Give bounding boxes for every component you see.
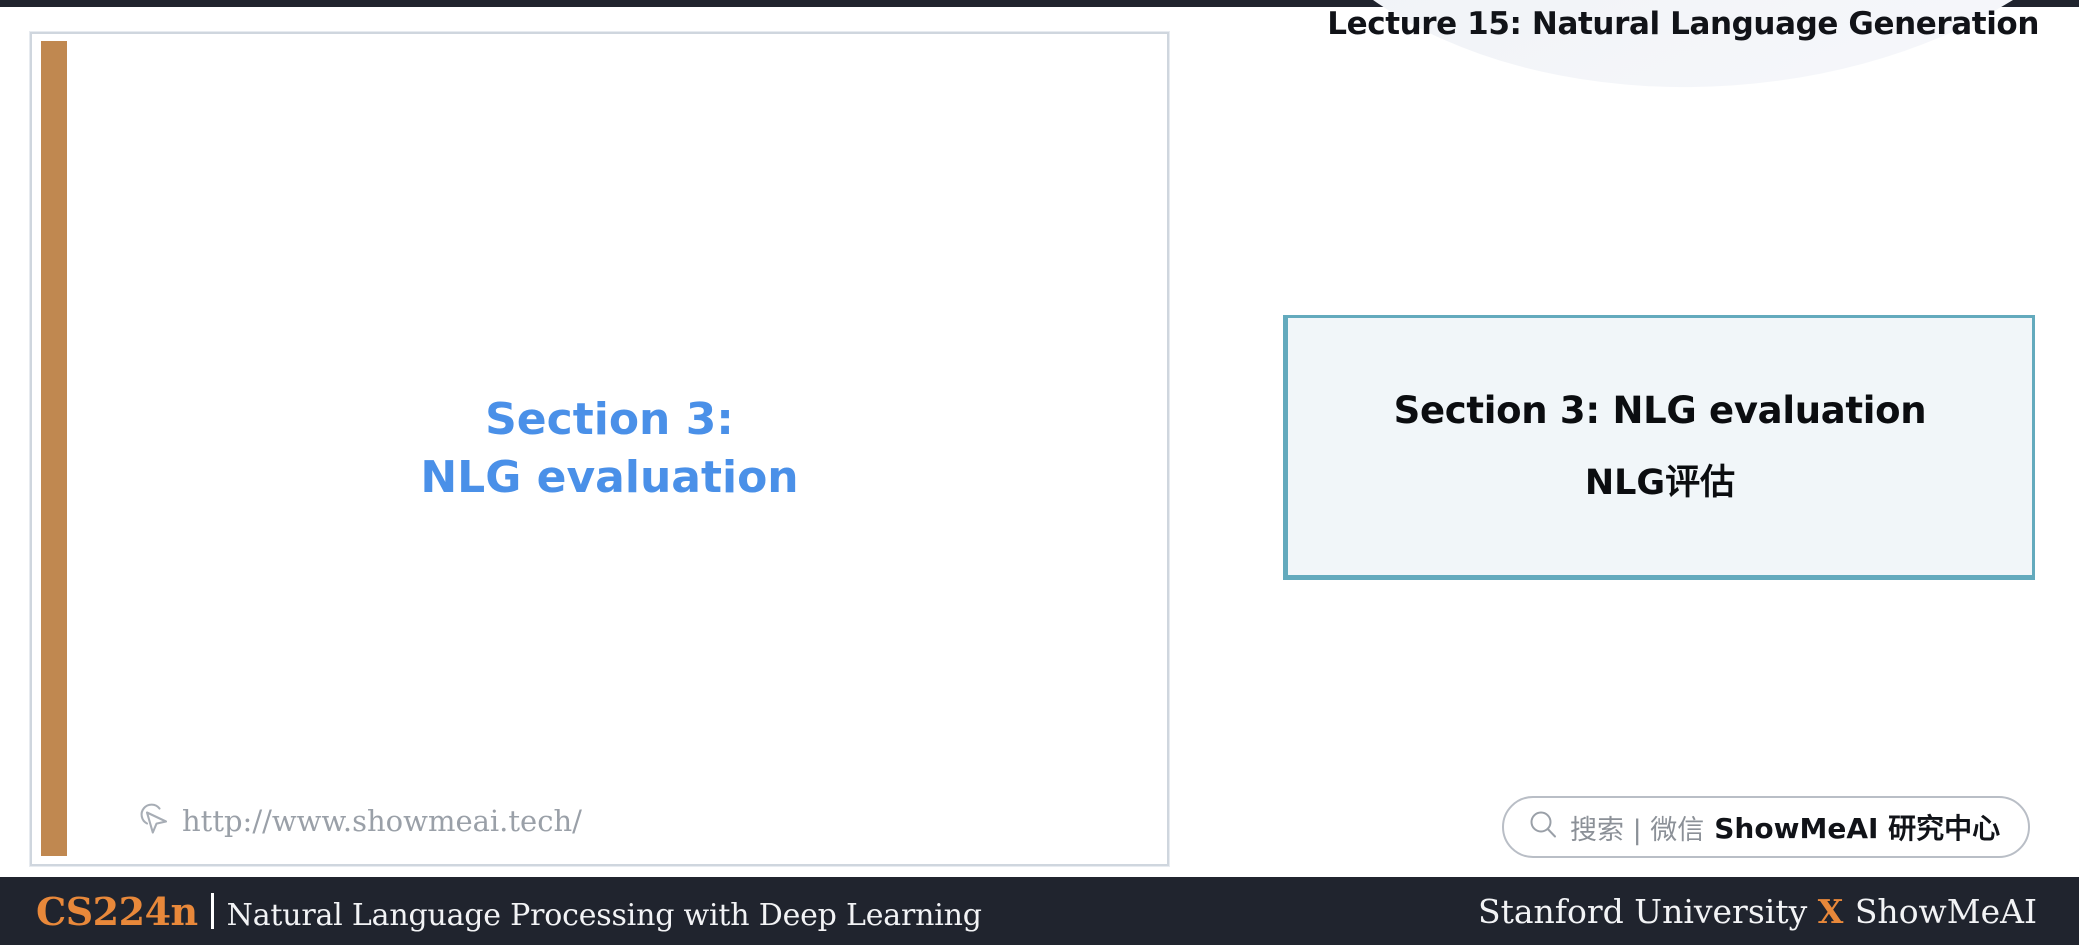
slide-accent-bar [41,41,67,856]
search-pill-label: 搜索 | 微信 [1570,814,1705,846]
note-line-chinese: NLG评估 [1584,462,1736,503]
footer-course-info: CS224n Natural Language Processing with … [36,889,982,934]
note-line-english: Section 3: NLG evaluation [1393,388,1927,432]
cursor-pointer-icon [136,801,170,840]
footer-credits: Stanford University X ShowMeAI [1478,892,2037,931]
search-pill-brand: ShowMeAI 研究中心 [1714,812,2001,845]
search-icon [1526,808,1560,847]
footer-credit-x: X [1817,891,1855,931]
slide-section-title: Section 3: NLG evaluation [92,391,1127,507]
slide-frame: Section 3: NLG evaluation http://www.sho… [30,32,1169,866]
footer-credit-left: Stanford University [1478,891,1808,931]
footer-course-name: Natural Language Processing with Deep Le… [226,897,982,933]
watermark-url: http://www.showmeai.tech/ [182,803,582,838]
wechat-search-pill[interactable]: 搜索 | 微信 ShowMeAI 研究中心 [1502,796,2030,858]
slide-section-title-line-2: NLG evaluation [420,452,799,503]
translation-note-box: Section 3: NLG evaluation NLG评估 [1283,315,2035,580]
footer-bar: CS224n Natural Language Processing with … [0,877,2079,945]
footer-divider [210,892,214,929]
lecture-title: Lecture 15: Natural Language Generation [1327,6,2039,42]
footer-credit-right: ShowMeAI [1854,891,2037,931]
slide-section-title-line-1: Section 3: [485,393,734,445]
watermark: http://www.showmeai.tech/ [136,801,582,840]
footer-course-code: CS224n [36,888,198,934]
